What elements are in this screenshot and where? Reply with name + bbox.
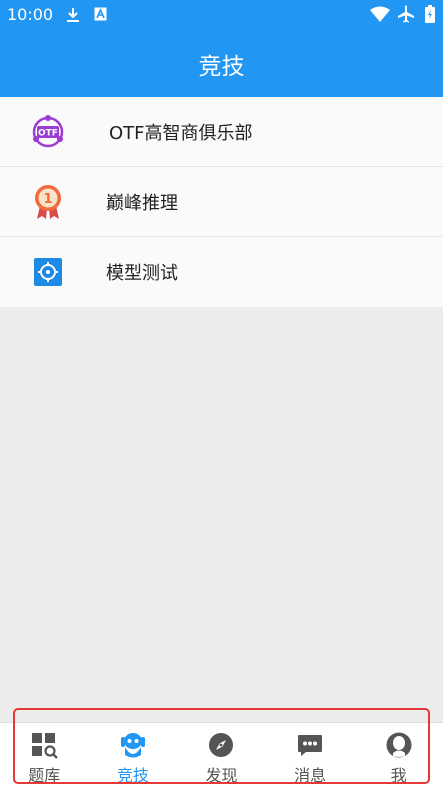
nav-item-competition[interactable]: 竞技 <box>89 723 178 789</box>
svg-text:OTF: OTF <box>38 129 58 139</box>
nav-item-me[interactable]: 我 <box>354 723 443 789</box>
competition-list: OTF OTF高智商俱乐部 1 巅峰推理 模型测试 <box>0 97 443 307</box>
download-icon <box>67 8 79 22</box>
list-item-model-test[interactable]: 模型测试 <box>0 237 443 307</box>
status-bar: 10:00 <box>0 0 443 30</box>
medal-icon: 1 <box>35 185 61 219</box>
list-item-otf-club[interactable]: OTF OTF高智商俱乐部 <box>0 97 443 167</box>
bottom-nav: 题库 竞技 发现 消息 我 <box>0 722 443 789</box>
nav-label: 消息 <box>294 766 327 785</box>
message-icon <box>298 735 323 756</box>
target-icon <box>34 258 62 286</box>
otf-logo-icon: OTF <box>32 115 64 148</box>
list-item-peak-reasoning[interactable]: 1 巅峰推理 <box>0 167 443 237</box>
battery-icon <box>425 5 435 23</box>
nav-label: 题库 <box>28 766 61 785</box>
profile-icon <box>386 732 412 758</box>
wifi-icon <box>370 6 390 22</box>
nav-item-messages[interactable]: 消息 <box>266 723 355 789</box>
nav-item-question-bank[interactable]: 题库 <box>0 723 89 789</box>
mascot-icon <box>120 733 145 758</box>
list-item-label: OTF高智商俱乐部 <box>109 122 253 144</box>
app-bar: 竞技 <box>0 30 443 97</box>
nav-label: 发现 <box>205 766 238 785</box>
grid-search-icon <box>32 733 59 759</box>
a-icon <box>94 7 107 21</box>
list-item-label: 巅峰推理 <box>106 192 178 214</box>
airplane-icon <box>398 5 414 23</box>
nav-label: 竞技 <box>116 766 149 785</box>
nav-label: 我 <box>390 766 407 785</box>
nav-item-discover[interactable]: 发现 <box>177 723 266 789</box>
page-title: 竞技 <box>198 53 245 80</box>
compass-icon <box>209 733 234 757</box>
status-time: 10:00 <box>7 5 54 24</box>
list-item-label: 模型测试 <box>106 263 178 284</box>
svg-text:1: 1 <box>43 192 52 207</box>
